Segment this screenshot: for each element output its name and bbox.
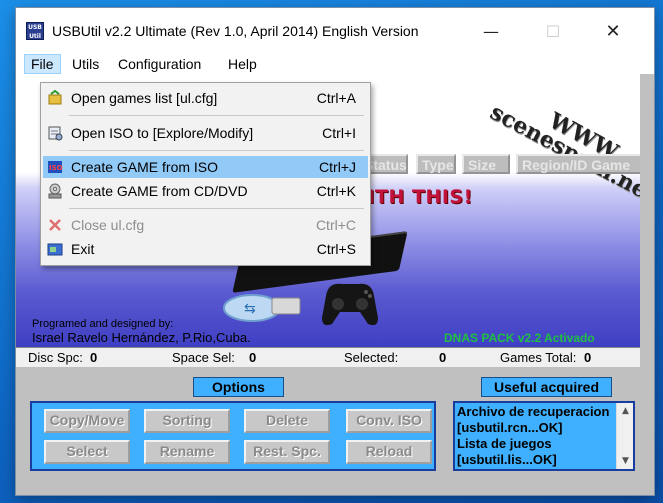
useful-list-scrollbar[interactable]: ▲ ▼ (616, 403, 633, 469)
menu-utils[interactable]: Utils (66, 54, 105, 74)
scroll-up-icon[interactable]: ▲ (617, 403, 633, 419)
svg-text:ISO: ISO (49, 164, 63, 172)
menu-item-label: Create GAME from ISO (71, 159, 219, 175)
scroll-down-icon[interactable]: ▼ (617, 453, 633, 469)
select-button[interactable]: Select (44, 440, 130, 464)
usb-drive-icon: ⇆ (223, 294, 301, 322)
close-button[interactable]: ✕ (582, 8, 644, 54)
menu-configuration[interactable]: Configuration (112, 54, 207, 74)
sorting-button[interactable]: Sorting (144, 409, 230, 433)
column-type[interactable]: Type (416, 154, 456, 174)
useful-acquired-title: Useful acquired (481, 377, 612, 397)
menu-item-shortcut: Ctrl+K (316, 183, 356, 199)
maximize-button[interactable]: ☐ (522, 8, 584, 54)
games-total-value: 0 (584, 350, 592, 365)
app-icon: USB Util (26, 22, 44, 40)
menu-help[interactable]: Help (222, 54, 263, 74)
menu-item-open-games-list[interactable]: Open games list [ul.cfg] Ctrl+A (43, 87, 368, 109)
menu-item-label: Exit (71, 241, 95, 257)
disc-space-value: 0 (90, 350, 98, 365)
exit-icon (47, 243, 63, 256)
options-panel: Copy/Move Sorting Delete Conv. ISO Selec… (30, 401, 436, 471)
list-item[interactable]: [usbutil.lis...OK] (457, 452, 615, 468)
menu-item-label: Open games list [ul.cfg] (71, 90, 218, 106)
menu-separator (69, 115, 364, 116)
games-total-label: Games Total: (500, 350, 577, 365)
menu-separator (69, 150, 364, 151)
menu-item-label: Close ul.cfg (71, 217, 145, 233)
selected-label: Selected: (344, 350, 399, 365)
column-size[interactable]: Size (462, 154, 510, 174)
menu-bar: File Utils Configuration Help (16, 54, 654, 74)
status-bar: Disc Spc: 0 Space Sel: 0 Selected: 0 Gam… (16, 347, 640, 367)
copy-move-button[interactable]: Copy/Move (44, 409, 130, 433)
space-selected-value: 0 (249, 350, 257, 365)
list-item[interactable]: [usbutil.rcn...OK] (457, 420, 615, 436)
dnas-status: DNAS PACK v2.2 Activado (444, 331, 595, 345)
menu-item-exit[interactable]: Exit Ctrl+S (43, 238, 368, 260)
list-item[interactable]: Lista de juegos (457, 436, 615, 452)
window-title: USBUtil v2.2 Ultimate (Rev 1.0, April 20… (52, 23, 419, 39)
useful-acquired-list[interactable]: Archivo de recuperacion [usbutil.rcn...O… (457, 404, 615, 468)
delete-button[interactable]: Delete (244, 409, 330, 433)
file-menu-dropdown: Open games list [ul.cfg] Ctrl+A Open ISO… (40, 82, 371, 266)
space-selected-label: Space Sel: (172, 350, 235, 365)
menu-item-shortcut: Ctrl+J (319, 159, 356, 175)
restore-space-button[interactable]: Rest. Spc. (244, 440, 330, 464)
menu-item-close-ul-cfg: Close ul.cfg Ctrl+C (43, 214, 368, 236)
iso-icon: ISO (48, 161, 63, 173)
controller-icon (322, 283, 378, 326)
options-title: Options (193, 377, 284, 397)
app-window: USB Util USBUtil v2.2 Ultimate (Rev 1.0,… (16, 8, 654, 495)
menu-item-label: Create GAME from CD/DVD (71, 183, 248, 199)
disc-space-label: Disc Spc: (28, 350, 83, 365)
open-list-icon (48, 90, 62, 105)
menu-item-shortcut: Ctrl+S (316, 241, 356, 257)
rename-button[interactable]: Rename (144, 440, 230, 464)
disc-drive-icon (48, 183, 62, 199)
minimize-button[interactable]: — (460, 8, 522, 54)
menu-item-shortcut: Ctrl+C (315, 217, 356, 233)
menu-item-shortcut: Ctrl+I (322, 125, 356, 141)
menu-item-label: Open ISO to [Explore/Modify] (71, 125, 254, 141)
menu-item-create-game-from-cd-dvd[interactable]: Create GAME from CD/DVD Ctrl+K (43, 180, 368, 202)
list-item[interactable]: Archivo de recuperacion (457, 404, 615, 420)
credits-line1: Programed and designed by: (32, 318, 174, 330)
column-region-id-game[interactable]: Region/ID Game (516, 154, 640, 174)
svg-text:⇆: ⇆ (244, 301, 256, 317)
convert-iso-button[interactable]: Conv. ISO (346, 409, 432, 433)
close-x-icon (49, 219, 61, 231)
menu-item-open-iso[interactable]: Open ISO to [Explore/Modify] Ctrl+I (43, 122, 368, 144)
menu-file[interactable]: File (24, 54, 61, 74)
selected-value: 0 (439, 350, 447, 365)
menu-item-shortcut: Ctrl+A (316, 90, 356, 106)
credits-line2: Israel Ravelo Hernández, P.Rio,Cuba. (32, 330, 251, 345)
useful-acquired-panel[interactable]: Archivo de recuperacion [usbutil.rcn...O… (453, 401, 635, 471)
menu-separator (69, 208, 364, 209)
title-bar[interactable]: USB Util USBUtil v2.2 Ultimate (Rev 1.0,… (16, 8, 654, 54)
open-iso-icon (48, 126, 63, 141)
reload-button[interactable]: Reload (346, 440, 432, 464)
menu-item-create-game-from-iso[interactable]: ISO Create GAME from ISO Ctrl+J (43, 156, 368, 178)
